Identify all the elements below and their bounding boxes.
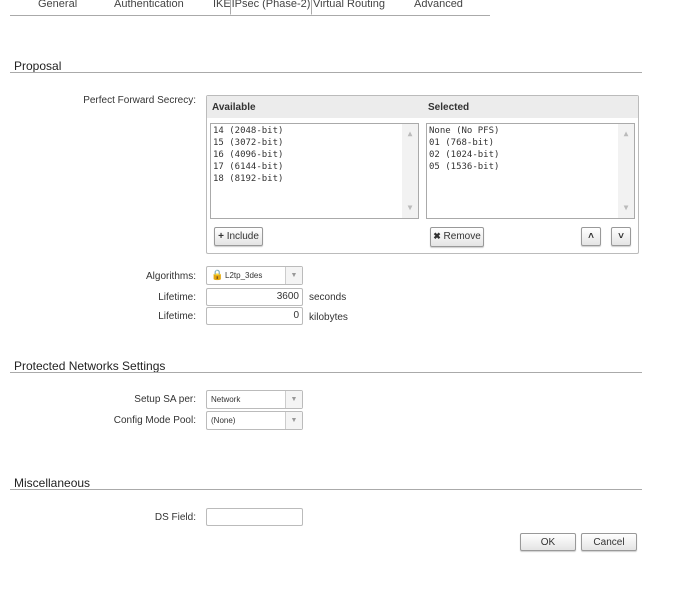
chevron-up-icon: ˄ (588, 231, 594, 242)
lifetime-kb-input[interactable]: 0 (206, 307, 303, 325)
scrollbar[interactable]: ▲ ▼ (618, 124, 634, 218)
pfs-header: Available Selected (207, 96, 638, 118)
list-item[interactable]: None (No PFS) (429, 125, 632, 137)
move-up-button[interactable]: ˄ (581, 227, 601, 246)
cancel-button[interactable]: Cancel (581, 533, 637, 551)
selected-list[interactable]: None (No PFS) 01 (768-bit) 02 (1024-bit)… (426, 123, 635, 219)
lifetime-label: Lifetime: (158, 292, 196, 303)
available-list[interactable]: 14 (2048-bit) 15 (3072-bit) 16 (4096-bit… (210, 123, 419, 219)
ds-field-input[interactable] (206, 508, 303, 526)
tab-advanced[interactable]: Advanced (414, 0, 463, 10)
divider (10, 372, 642, 373)
x-icon: ✖ (433, 231, 441, 241)
include-button[interactable]: + Include (214, 227, 263, 246)
algorithms-select[interactable]: 🔒 L2tp_3des ▼ (206, 266, 303, 285)
kb-unit: kilobytes (309, 312, 348, 323)
list-item[interactable]: 01 (768-bit) (429, 137, 632, 149)
list-item[interactable]: 16 (4096-bit) (213, 149, 416, 161)
lifetime-seconds-input[interactable]: 3600 (206, 288, 303, 306)
tab-general[interactable]: General (38, 0, 77, 10)
available-header: Available (212, 102, 256, 113)
chevron-down-icon: ▼ (285, 391, 302, 408)
seconds-unit: seconds (309, 292, 347, 303)
ds-field-label: DS Field: (154, 512, 196, 523)
move-down-button[interactable]: ˅ (611, 227, 631, 246)
list-item[interactable]: 05 (1536-bit) (429, 161, 632, 173)
config-pool-select[interactable]: (None) ▼ (206, 411, 303, 430)
algorithms-label: Algorithms: (145, 271, 196, 282)
list-item[interactable]: 02 (1024-bit) (429, 149, 632, 161)
list-item[interactable]: 17 (6144-bit) (213, 161, 416, 173)
config-pool-label: Config Mode Pool: (113, 415, 196, 426)
tab-authentication[interactable]: Authentication (114, 0, 184, 10)
divider (10, 489, 642, 490)
config-pool-value: (None) (211, 416, 236, 425)
chevron-down-icon: ▼ (285, 267, 302, 284)
plus-icon: + (218, 231, 224, 242)
divider (10, 72, 642, 73)
include-label: Include (226, 231, 259, 242)
ok-button[interactable]: OK (520, 533, 576, 551)
lock-icon: 🔒 (211, 270, 224, 281)
misc-heading: Miscellaneous (14, 476, 91, 490)
setup-sa-label: Setup SA per: (134, 394, 196, 405)
scrollbar[interactable]: ▲ ▼ (402, 124, 418, 218)
chevron-down-icon: ˅ (618, 231, 624, 242)
remove-label: Remove (443, 231, 481, 242)
protected-heading: Protected Networks Settings (14, 359, 166, 373)
selected-header: Selected (428, 102, 470, 113)
lifetime-label: Lifetime: (158, 311, 196, 322)
proposal-heading: Proposal (14, 59, 62, 73)
pfs-label: Perfect Forward Secrecy: (83, 95, 196, 106)
list-item[interactable]: 18 (8192-bit) (213, 173, 416, 185)
tab-virtual-routing[interactable]: Virtual Routing (313, 0, 385, 10)
chevron-down-icon: ▼ (285, 412, 302, 429)
setup-sa-select[interactable]: Network ▼ (206, 390, 303, 409)
pfs-panel: Available Selected 14 (2048-bit) 15 (307… (206, 95, 639, 254)
algorithms-value: L2tp_3des (225, 271, 263, 280)
list-item[interactable]: 15 (3072-bit) (213, 137, 416, 149)
setup-sa-value: Network (211, 395, 241, 404)
list-item[interactable]: 14 (2048-bit) (213, 125, 416, 137)
tab-bar: General Authentication IKE (Phase-1) IPs… (10, 0, 490, 16)
remove-button[interactable]: ✖ Remove (430, 227, 484, 247)
tab-ipsec[interactable]: IPsec (Phase-2) (230, 0, 312, 15)
